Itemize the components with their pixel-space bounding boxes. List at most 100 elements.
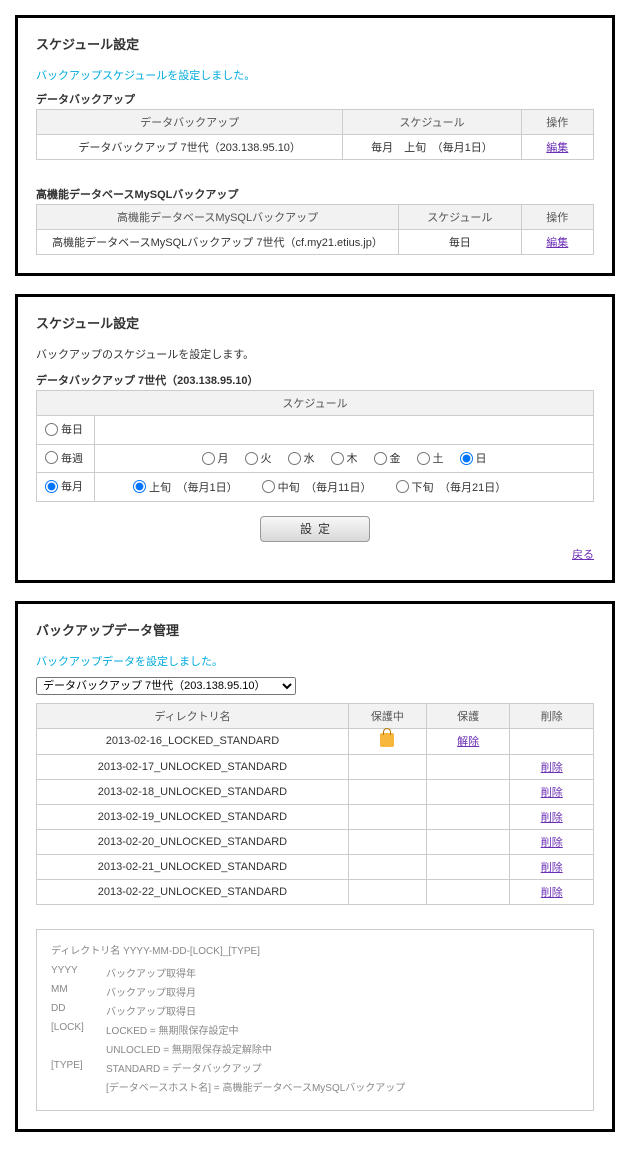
legend-title: ディレクトリ名 YYYY-MM-DD-[LOCK]_[TYPE] <box>51 942 579 957</box>
radio-monthly[interactable] <box>45 480 58 493</box>
back-link[interactable]: 戻る <box>572 549 594 561</box>
table-row: 2013-02-22_UNLOCKED_STANDARD 削除 <box>37 879 594 904</box>
col-locking: 保護中 <box>348 703 426 728</box>
cell-directory: 2013-02-20_UNLOCKED_STANDARD <box>37 829 349 854</box>
weekday-sat[interactable]: 土 <box>417 450 444 466</box>
cell-lock-action <box>426 829 510 854</box>
cell-lock-status <box>348 829 426 854</box>
legend-key: YYYY <box>51 965 106 980</box>
cell-lock-status <box>348 804 426 829</box>
weekday-sun[interactable]: 日 <box>460 450 487 466</box>
lock-icon <box>380 733 394 747</box>
cell-delete-action: 削除 <box>510 754 594 779</box>
legend-value: バックアップ取得日 <box>106 1003 196 1018</box>
freq-daily-option[interactable]: 毎日 <box>45 421 83 437</box>
freq-monthly-option[interactable]: 毎月 <box>45 478 83 494</box>
cell-delete-action: 削除 <box>510 854 594 879</box>
weekday-wed[interactable]: 水 <box>288 450 315 466</box>
delete-link[interactable]: 削除 <box>541 812 563 824</box>
radio-weekly[interactable] <box>45 451 58 464</box>
schedule-settings-panel-2: スケジュール設定 バックアップのスケジュールを設定します。 データバックアップ … <box>15 294 615 583</box>
delete-link[interactable]: 削除 <box>541 762 563 774</box>
cell-delete-action: 削除 <box>510 779 594 804</box>
weekday-options: 月 火 水 木 金 土 日 <box>103 450 585 466</box>
legend-row: [データベースホスト名] = 高機能データベースMySQLバックアップ <box>51 1079 579 1094</box>
edit-link[interactable]: 編集 <box>546 237 568 249</box>
cell-delete-action: 削除 <box>510 879 594 904</box>
col-lock: 保護 <box>426 703 510 728</box>
table-row: データバックアップ 7世代（203.138.95.10） 毎月 上旬 （毎月1日… <box>37 135 594 160</box>
weekday-tue[interactable]: 火 <box>245 450 272 466</box>
table-row: 2013-02-21_UNLOCKED_STANDARD削除 <box>37 854 594 879</box>
month-gejun[interactable]: 下旬 （毎月21日） <box>396 479 507 495</box>
cell-directory: 2013-02-22_UNLOCKED_STANDARD <box>37 879 349 904</box>
table-row: 2013-02-19_UNLOCKED_STANDARD 削除 <box>37 804 594 829</box>
cell-name: 高機能データベースMySQLバックアップ 7世代（cf.my21.etius.j… <box>37 230 399 255</box>
month-joujun[interactable]: 上旬 （毎月1日） <box>133 479 238 495</box>
legend-row: UNLOCLED = 無期限保存設定解除中 <box>51 1041 579 1056</box>
panel-title: バックアップデータ管理 <box>36 620 594 639</box>
backup-target-select[interactable]: データバックアップ 7世代（203.138.95.10） <box>36 677 296 695</box>
legend-row: YYYYバックアップ取得年 <box>51 965 579 980</box>
backup-target-heading: データバックアップ 7世代（203.138.95.10） <box>36 372 594 388</box>
table-row: 2013-02-20_UNLOCKED_STANDARD 削除 <box>37 829 594 854</box>
backup-data-management-panel: バックアップデータ管理 バックアップデータを設定しました。 データバックアップ … <box>15 601 615 1132</box>
legend-row: [TYPE]STANDARD = データバックアップ <box>51 1060 579 1075</box>
legend-value: バックアップ取得月 <box>106 984 196 999</box>
legend-value: [データベースホスト名] = 高機能データベースMySQLバックアップ <box>106 1079 405 1094</box>
table-row: 2013-02-17_UNLOCKED_STANDARD 削除 <box>37 754 594 779</box>
cell-name: データバックアップ 7世代（203.138.95.10） <box>37 135 343 160</box>
table-row: 2013-02-16_LOCKED_STANDARD 解除 <box>37 728 594 754</box>
weekday-mon[interactable]: 月 <box>202 450 229 466</box>
delete-link[interactable]: 削除 <box>541 787 563 799</box>
weekday-thu[interactable]: 木 <box>331 450 358 466</box>
radio-daily[interactable] <box>45 423 58 436</box>
cell-directory: 2013-02-18_UNLOCKED_STANDARD <box>37 779 349 804</box>
delete-link[interactable]: 削除 <box>541 862 563 874</box>
freq-weekly-option[interactable]: 毎週 <box>45 450 83 466</box>
legend-key <box>51 1079 106 1094</box>
legend-value: STANDARD = データバックアップ <box>106 1060 262 1075</box>
cell-delete-action <box>510 728 594 754</box>
delete-link[interactable]: 削除 <box>541 837 563 849</box>
col-operation: 操作 <box>521 110 593 135</box>
legend-value: UNLOCLED = 無期限保存設定解除中 <box>106 1041 272 1056</box>
edit-link[interactable]: 編集 <box>546 142 568 154</box>
cell-lock-status <box>348 754 426 779</box>
cell-schedule: 毎月 上旬 （毎月1日） <box>343 135 521 160</box>
legend-key: [LOCK] <box>51 1022 106 1037</box>
weekday-fri[interactable]: 金 <box>374 450 401 466</box>
panel-title: スケジュール設定 <box>36 34 594 53</box>
cell-lock-status <box>348 854 426 879</box>
panel-title: スケジュール設定 <box>36 313 594 332</box>
col-schedule: スケジュール <box>37 391 594 416</box>
delete-link[interactable]: 削除 <box>541 887 563 899</box>
label-daily: 毎日 <box>61 421 83 437</box>
cell-lock-action <box>426 754 510 779</box>
cell-lock-status <box>348 779 426 804</box>
col-schedule: スケジュール <box>399 205 522 230</box>
cell-lock-action: 解除 <box>426 728 510 754</box>
legend-key: [TYPE] <box>51 1060 106 1075</box>
legend-row: DDバックアップ取得日 <box>51 1003 579 1018</box>
cell-directory: 2013-02-17_UNLOCKED_STANDARD <box>37 754 349 779</box>
label-monthly: 毎月 <box>61 478 83 494</box>
cell-delete-action: 削除 <box>510 804 594 829</box>
unlock-link[interactable]: 解除 <box>457 736 479 748</box>
flash-message: バックアップスケジュールを設定しました。 <box>36 67 594 83</box>
month-chuujun[interactable]: 中旬 （毎月11日） <box>262 479 372 495</box>
col-operation: 操作 <box>521 205 593 230</box>
col-delete: 削除 <box>510 703 594 728</box>
table-row: 2013-02-18_UNLOCKED_STANDARD 削除 <box>37 779 594 804</box>
cell-delete-action: 削除 <box>510 829 594 854</box>
cell-directory: 2013-02-16_LOCKED_STANDARD <box>37 728 349 754</box>
col-name: 高機能データベースMySQLバックアップ <box>37 205 399 230</box>
col-directory: ディレクトリ名 <box>37 703 349 728</box>
data-backup-table: データバックアップ スケジュール 操作 データバックアップ 7世代（203.13… <box>36 109 594 160</box>
legend-key <box>51 1041 106 1056</box>
panel-description: バックアップのスケジュールを設定します。 <box>36 346 594 362</box>
cell-directory: 2013-02-19_UNLOCKED_STANDARD <box>37 804 349 829</box>
col-schedule: スケジュール <box>343 110 521 135</box>
submit-button[interactable]: 設定 <box>260 516 370 542</box>
legend-key: MM <box>51 984 106 999</box>
